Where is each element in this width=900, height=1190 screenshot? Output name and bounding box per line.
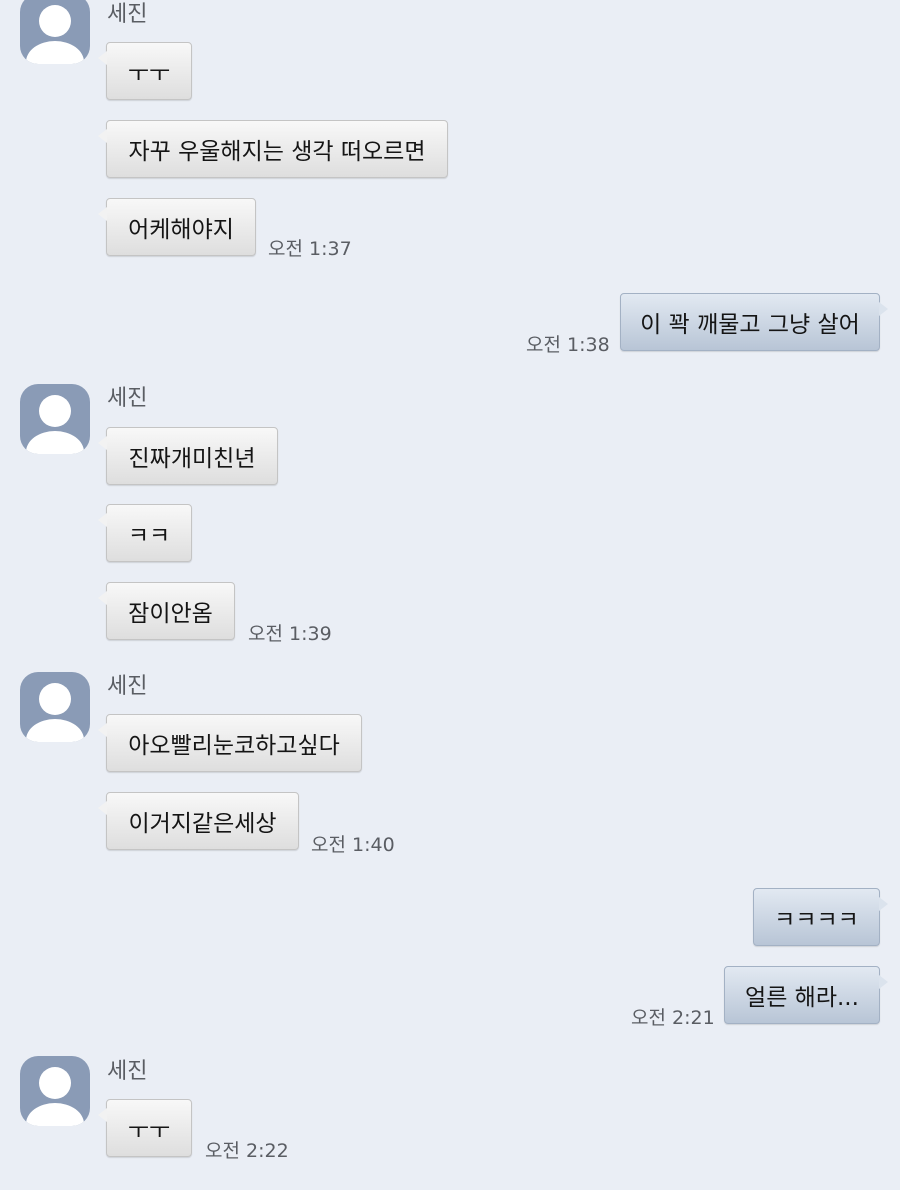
sender-name: 세진	[107, 2, 148, 27]
message-timestamp: 오전 1:39	[248, 623, 332, 645]
avatar-shoulders	[26, 1103, 84, 1126]
message-bubble-incoming[interactable]: ㅋㅋ	[98, 504, 192, 562]
sender-avatar-icon[interactable]	[20, 672, 90, 742]
message-bubble-incoming[interactable]: ㅜㅜ	[98, 1099, 192, 1157]
message-bubble-incoming[interactable]: ㅜㅜ	[98, 42, 192, 100]
message-timestamp: 오전 2:22	[205, 1140, 289, 1162]
message-bubble-incoming[interactable]: 자꾸 우울해지는 생각 떠오르면	[98, 120, 448, 178]
message-bubble-outgoing[interactable]: 얼른 해라...	[724, 966, 888, 1024]
message-bubble-incoming[interactable]: 아오빨리눈코하고싶다	[98, 714, 362, 772]
sender-name: 세진	[107, 386, 148, 411]
message-timestamp: 오전 1:37	[268, 238, 352, 260]
avatar-head	[39, 683, 71, 715]
chat-screen: { "sender": "세진", "colors": { "backgroun…	[0, 0, 900, 1190]
message-timestamp: 오전 2:21	[631, 1007, 715, 1029]
avatar-head	[39, 395, 71, 427]
message-bubble-incoming[interactable]: 진짜개미친년	[98, 427, 278, 485]
sender-name: 세진	[107, 674, 148, 699]
sender-avatar-icon[interactable]	[20, 0, 90, 64]
sender-name: 세진	[107, 1059, 148, 1084]
avatar-shoulders	[26, 41, 84, 64]
avatar-shoulders	[26, 719, 84, 742]
message-bubble-outgoing[interactable]: 이 꽉 깨물고 그냥 살어	[620, 293, 888, 351]
message-bubble-incoming[interactable]: 잠이안옴	[98, 582, 235, 640]
message-bubble-outgoing[interactable]: ㅋㅋㅋㅋ	[753, 888, 888, 946]
avatar-head	[39, 1067, 71, 1099]
message-timestamp: 오전 1:38	[526, 334, 610, 356]
avatar-shoulders	[26, 431, 84, 454]
sender-avatar-icon[interactable]	[20, 1056, 90, 1126]
message-timestamp: 오전 1:40	[311, 834, 395, 856]
message-bubble-incoming[interactable]: 이거지같은세상	[98, 792, 299, 850]
message-bubble-incoming[interactable]: 어케해야지	[98, 198, 256, 256]
sender-avatar-icon[interactable]	[20, 384, 90, 454]
avatar-head	[39, 5, 71, 37]
